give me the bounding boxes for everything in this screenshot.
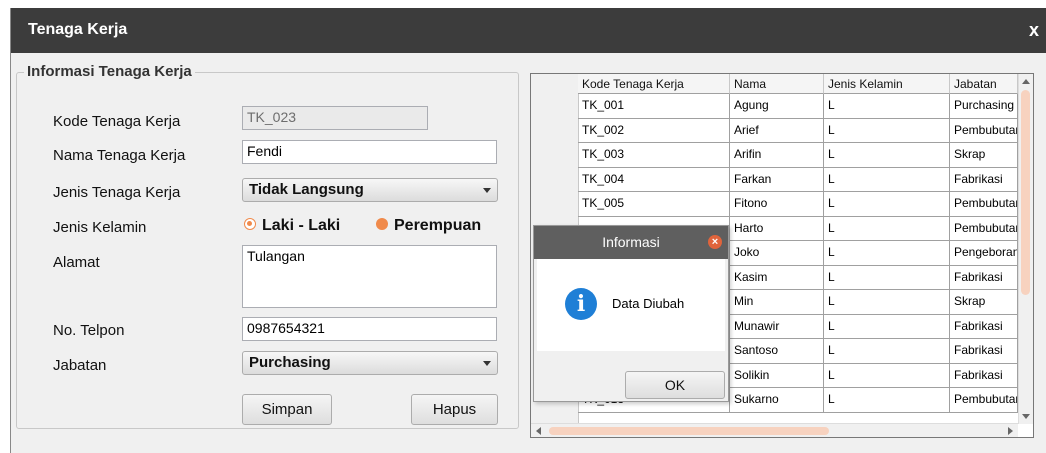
cell-kelamin[interactable]: L bbox=[824, 241, 950, 266]
jabatan-label: Jabatan bbox=[53, 357, 107, 374]
cell-kelamin[interactable]: L bbox=[824, 388, 950, 413]
close-icon[interactable]: x bbox=[1029, 20, 1039, 41]
cell-kelamin[interactable]: L bbox=[824, 363, 950, 388]
cell-nama[interactable]: Joko bbox=[730, 241, 824, 266]
cell-nama[interactable]: Sukarno bbox=[730, 388, 824, 413]
chevron-down-icon bbox=[483, 188, 491, 193]
radio-laki-laki-label: Laki - Laki bbox=[262, 217, 341, 234]
cell-jabatan[interactable]: Fabrikasi bbox=[950, 363, 1018, 388]
cell-kode[interactable]: TK_004 bbox=[578, 167, 730, 192]
cell-kode[interactable]: TK_001 bbox=[578, 94, 730, 119]
jabatan-select-value: Purchasing bbox=[249, 354, 331, 371]
jenis-select-value: Tidak Langsung bbox=[249, 181, 364, 198]
cell-kelamin[interactable]: L bbox=[824, 290, 950, 315]
cell-nama[interactable]: Agung bbox=[730, 94, 824, 119]
cell-nama[interactable]: Fitono bbox=[730, 192, 824, 217]
dialog-message: Data Diubah bbox=[612, 296, 685, 311]
scroll-down-icon[interactable] bbox=[1022, 414, 1030, 419]
kode-label: Kode Tenaga Kerja bbox=[53, 113, 181, 130]
cell-kelamin[interactable]: L bbox=[824, 143, 950, 168]
cell-jabatan[interactable]: Pembubutan bbox=[950, 118, 1018, 143]
simpan-button[interactable]: Simpan bbox=[242, 394, 332, 425]
cell-jabatan[interactable]: Pembubutan bbox=[950, 388, 1018, 413]
kode-field[interactable]: TK_023 bbox=[242, 106, 428, 130]
nama-field[interactable]: Fendi bbox=[242, 140, 497, 164]
title-bar: Tenaga Kerja x bbox=[11, 8, 1046, 53]
alamat-textarea[interactable]: Tulangan bbox=[242, 245, 497, 308]
cell-jabatan[interactable]: Pengeboran bbox=[950, 241, 1018, 266]
radio-perempuan-label: Perempuan bbox=[394, 217, 482, 234]
dialog-title: Informasi bbox=[534, 226, 728, 259]
cell-kode[interactable]: TK_003 bbox=[578, 143, 730, 168]
column-header-kelamin[interactable]: Jenis Kelamin bbox=[824, 74, 950, 94]
scroll-left-icon[interactable] bbox=[536, 427, 541, 435]
cell-jabatan[interactable]: Skrap bbox=[950, 290, 1018, 315]
cell-nama[interactable]: Munawir bbox=[730, 314, 824, 339]
window-title: Tenaga Kerja bbox=[28, 21, 128, 38]
scroll-up-icon[interactable] bbox=[1022, 79, 1030, 84]
column-header-jabatan[interactable]: Jabatan bbox=[950, 74, 1018, 94]
jenis-label: Jenis Tenaga Kerja bbox=[53, 184, 181, 201]
jenis-select[interactable]: Tidak Langsung bbox=[242, 178, 498, 202]
cell-jabatan[interactable]: Skrap bbox=[950, 143, 1018, 168]
horizontal-scrollbar[interactable] bbox=[531, 423, 1018, 437]
cell-nama[interactable]: Harto bbox=[730, 216, 824, 241]
cell-kelamin[interactable]: L bbox=[824, 192, 950, 217]
cell-kelamin[interactable]: L bbox=[824, 167, 950, 192]
ok-button[interactable]: OK bbox=[625, 371, 725, 399]
scroll-thumb[interactable] bbox=[1021, 90, 1030, 295]
cell-nama[interactable]: Arifin bbox=[730, 143, 824, 168]
column-header-nama[interactable]: Nama bbox=[730, 74, 824, 94]
cell-jabatan[interactable]: Fabrikasi bbox=[950, 167, 1018, 192]
cell-nama[interactable]: Min bbox=[730, 290, 824, 315]
dialog-close-icon[interactable]: × bbox=[708, 235, 722, 249]
telpon-field[interactable]: 0987654321 bbox=[242, 317, 497, 341]
cell-nama[interactable]: Santoso bbox=[730, 339, 824, 364]
cell-kelamin[interactable]: L bbox=[824, 216, 950, 241]
jabatan-select[interactable]: Purchasing bbox=[242, 351, 498, 375]
cell-kelamin[interactable]: L bbox=[824, 339, 950, 364]
cell-jabatan[interactable]: Pembubutan bbox=[950, 192, 1018, 217]
telpon-label: No. Telpon bbox=[53, 322, 125, 339]
cell-kode[interactable]: TK_005 bbox=[578, 192, 730, 217]
vertical-scrollbar[interactable] bbox=[1018, 74, 1033, 424]
alamat-label: Alamat bbox=[53, 254, 100, 271]
cell-jabatan[interactable]: Pembubutan bbox=[950, 216, 1018, 241]
cell-nama[interactable]: Arief bbox=[730, 118, 824, 143]
scroll-right-icon[interactable] bbox=[1008, 427, 1013, 435]
cell-jabatan[interactable]: Purchasing bbox=[950, 94, 1018, 119]
column-header-kode[interactable]: Kode Tenaga Kerja bbox=[578, 74, 730, 94]
cell-jabatan[interactable]: Fabrikasi bbox=[950, 265, 1018, 290]
cell-nama[interactable]: Solikin bbox=[730, 363, 824, 388]
cell-jabatan[interactable]: Fabrikasi bbox=[950, 314, 1018, 339]
cell-kelamin[interactable]: L bbox=[824, 118, 950, 143]
cell-jabatan[interactable]: Fabrikasi bbox=[950, 339, 1018, 364]
cell-kode[interactable]: TK_002 bbox=[578, 118, 730, 143]
dialog-body: i Data Diubah bbox=[537, 259, 725, 351]
scroll-thumb-horizontal[interactable] bbox=[549, 427, 829, 435]
radio-perempuan[interactable]: Perempuan bbox=[376, 217, 481, 235]
chevron-down-icon bbox=[483, 361, 491, 366]
nama-label: Nama Tenaga Kerja bbox=[53, 147, 186, 164]
group-title: Informasi Tenaga Kerja bbox=[24, 63, 195, 80]
cell-kelamin[interactable]: L bbox=[824, 265, 950, 290]
info-icon: i bbox=[565, 288, 597, 320]
info-dialog: Informasi × i Data Diubah OK bbox=[533, 225, 729, 402]
cell-nama[interactable]: Farkan bbox=[730, 167, 824, 192]
radio-laki-laki[interactable]: Laki - Laki bbox=[244, 217, 340, 235]
cell-kelamin[interactable]: L bbox=[824, 314, 950, 339]
cell-kelamin[interactable]: L bbox=[824, 94, 950, 119]
kelamin-label: Jenis Kelamin bbox=[53, 219, 147, 236]
radio-unchecked-icon bbox=[376, 217, 388, 230]
hapus-button[interactable]: Hapus bbox=[411, 394, 498, 425]
radio-checked-icon bbox=[244, 217, 256, 230]
cell-nama[interactable]: Kasim bbox=[730, 265, 824, 290]
